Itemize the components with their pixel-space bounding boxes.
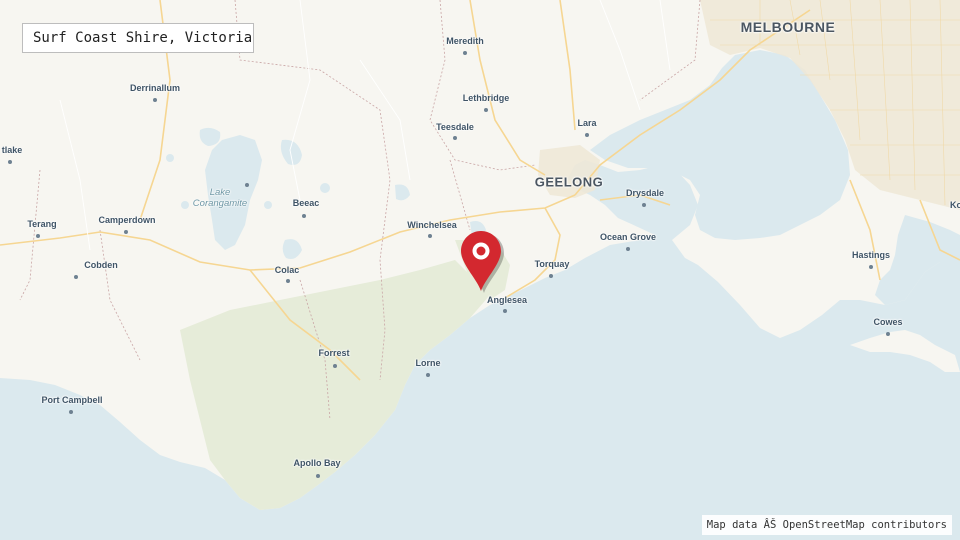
phillip-island <box>850 330 960 372</box>
lake <box>320 183 330 193</box>
place-label-lara: Lara <box>577 118 597 128</box>
place-label-tlake: tlake <box>1 145 23 155</box>
place-label-lethbridge: Lethbridge <box>462 93 510 103</box>
place-label-cowes: Cowes <box>873 317 903 327</box>
marker-body <box>461 231 501 291</box>
place-label-camperdown: Camperdown <box>98 215 156 225</box>
place-label-torquay: Torquay <box>534 259 570 269</box>
place-label-lorne: Lorne <box>415 358 441 368</box>
place-label-teesdale: Teesdale <box>436 122 474 132</box>
map-title: Surf Coast Shire, Victoria <box>22 23 254 53</box>
place-label-port-campbell: Port Campbell <box>41 395 103 405</box>
map-attribution[interactable]: Map data ÂŠ OpenStreetMap contributors <box>701 515 952 535</box>
place-label-winchelsea: Winchelsea <box>407 220 457 230</box>
place-label-meredith: Meredith <box>446 36 484 46</box>
place-label-melbourne: MELBOURNE <box>740 19 836 35</box>
lake <box>166 154 174 162</box>
place-label-colac: Colac <box>274 265 300 275</box>
lake <box>264 201 272 209</box>
place-label-forrest: Forrest <box>318 348 350 358</box>
marker-dot <box>476 246 486 256</box>
place-label-cobden: Cobden <box>84 260 118 270</box>
place-label-geelong: GEELONG <box>534 174 604 190</box>
place-label-ko: Ko <box>950 200 960 210</box>
place-label-ocean-grove: Ocean Grove <box>599 232 657 242</box>
place-label-anglesea: Anglesea <box>486 295 528 305</box>
place-label-apollo-bay: Apollo Bay <box>293 458 341 468</box>
place-label-hastings: Hastings <box>851 250 891 260</box>
place-label-terang: Terang <box>27 219 57 229</box>
place-label-beeac: Beeac <box>292 198 320 208</box>
water-label-lake-corangamite: Lake Corangamite <box>192 187 248 209</box>
place-label-drysdale: Drysdale <box>625 188 665 198</box>
place-label-derrinallum: Derrinallum <box>129 83 181 93</box>
map-pin-icon[interactable] <box>458 229 506 295</box>
